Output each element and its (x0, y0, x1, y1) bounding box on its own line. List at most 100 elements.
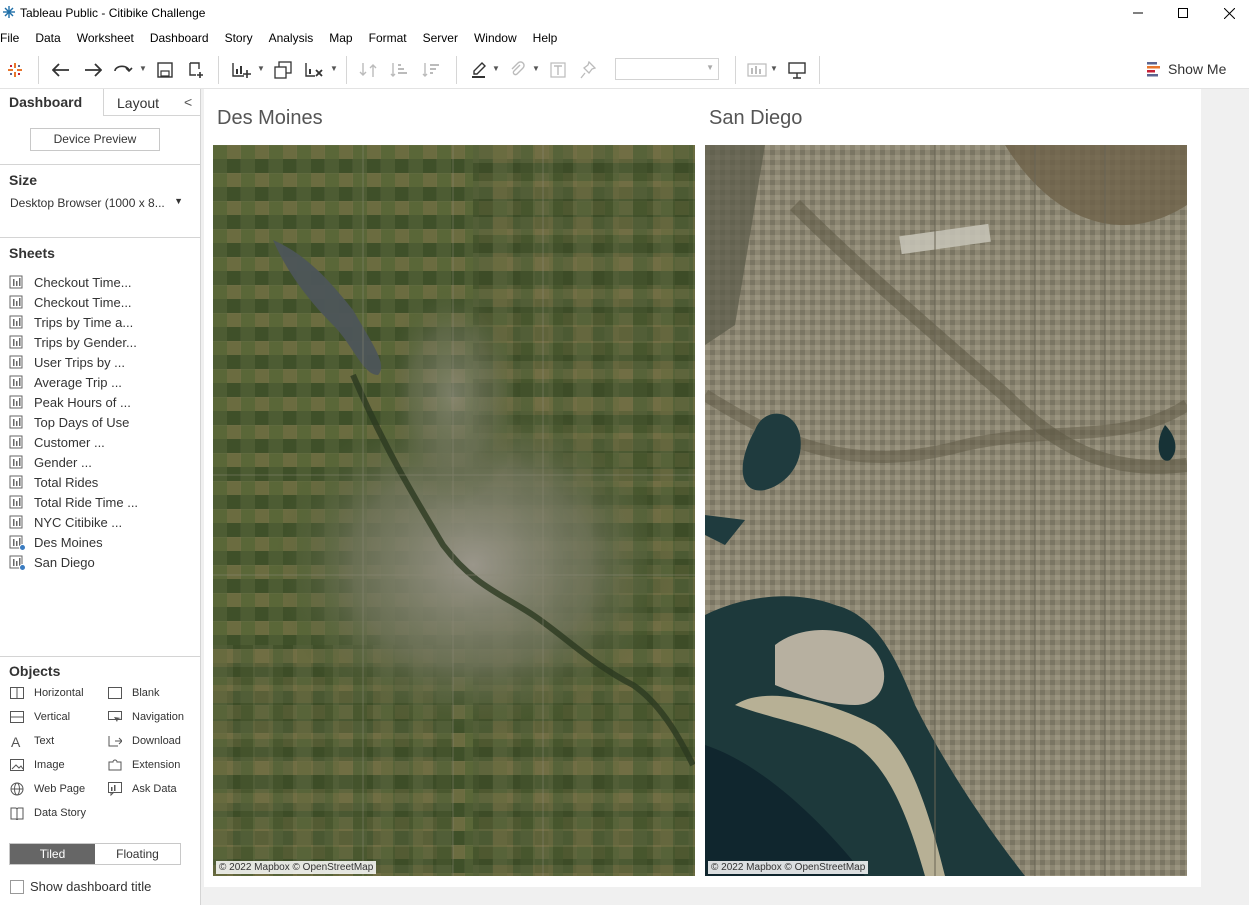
object-label: Web Page (34, 783, 86, 795)
ask-data-icon (107, 782, 123, 796)
menu-file[interactable]: File (0, 26, 27, 50)
tab-dashboard[interactable]: Dashboard (0, 89, 104, 116)
size-dropdown[interactable]: Desktop Browser (1000 x 8... ▼ (10, 196, 185, 212)
toolbar-separator (456, 56, 457, 84)
tab-layout[interactable]: Layout (117, 95, 159, 111)
object-data-story[interactable]: Data Story (9, 805, 86, 821)
tableau-logo-button[interactable] (4, 59, 26, 81)
sort-ascending-button[interactable] (389, 59, 411, 81)
object-vertical-container[interactable]: Vertical (9, 709, 70, 725)
replay-dropdown-icon[interactable]: ▼ (139, 64, 147, 74)
in-dashboard-check-icon (19, 544, 26, 551)
sheet-item[interactable]: User Trips by ... (9, 352, 138, 372)
object-text[interactable]: A Text (9, 733, 54, 749)
worksheet-icon (9, 335, 23, 349)
close-button[interactable] (1219, 4, 1239, 22)
sort-descending-button[interactable] (421, 59, 443, 81)
highlight-button[interactable] (468, 59, 490, 81)
floating-option[interactable]: Floating (95, 844, 180, 864)
menu-server[interactable]: Server (415, 26, 466, 50)
menu-window[interactable]: Window (466, 26, 525, 50)
menu-dashboard[interactable]: Dashboard (142, 26, 217, 50)
new-worksheet-dropdown-icon[interactable]: ▼ (257, 64, 265, 74)
des-moines-title[interactable]: Des Moines (217, 107, 323, 130)
swap-button[interactable] (357, 59, 379, 81)
undo-button[interactable] (50, 59, 72, 81)
sheet-item[interactable]: Customer ... (9, 432, 138, 452)
sheet-item[interactable]: Checkout Time... (9, 272, 138, 292)
labels-button[interactable] (547, 59, 569, 81)
object-download[interactable]: Download (107, 733, 181, 749)
object-navigation[interactable]: Navigation (107, 709, 184, 725)
show-me-button[interactable]: Show Me (1146, 60, 1226, 78)
menu-worksheet[interactable]: Worksheet (69, 26, 142, 50)
clear-dropdown-icon[interactable]: ▼ (330, 64, 338, 74)
show-cards-dropdown-icon[interactable]: ▼ (770, 64, 778, 74)
redo-button[interactable] (82, 59, 104, 81)
new-worksheet-button[interactable] (230, 59, 252, 81)
menu-help[interactable]: Help (525, 26, 566, 50)
object-web-page[interactable]: Web Page (9, 781, 85, 797)
sheet-item-label: Top Days of Use (34, 414, 130, 430)
sheet-item[interactable]: Average Trip ... (9, 372, 138, 392)
show-dashboard-title-checkbox[interactable] (10, 879, 24, 894)
menu-story[interactable]: Story (217, 26, 261, 50)
tableau-app-icon (3, 6, 15, 18)
pin-icon (580, 61, 596, 79)
highlight-icon (472, 62, 486, 78)
close-icon (1223, 7, 1235, 19)
sheet-item[interactable]: Top Days of Use (9, 412, 138, 432)
show-me-label: Show Me (1168, 61, 1227, 77)
minimize-button[interactable] (1128, 4, 1148, 22)
fit-icon (747, 63, 767, 77)
object-blank[interactable]: Blank (107, 685, 160, 701)
new-data-source-button[interactable] (185, 59, 207, 81)
object-horizontal-container[interactable]: Horizontal (9, 685, 84, 701)
show-cards-button[interactable] (746, 59, 768, 81)
duplicate-button[interactable] (272, 59, 294, 81)
worksheet-icon (9, 515, 23, 529)
sheet-item[interactable]: NYC Citibike ... (9, 512, 138, 532)
object-extension[interactable]: Extension (107, 757, 180, 773)
sheet-item[interactable]: Checkout Time... (9, 292, 138, 312)
replay-button[interactable] (112, 59, 134, 81)
toolbar-separator (346, 56, 347, 84)
san-diego-map[interactable]: © 2022 Mapbox © OpenStreetMap (705, 145, 1187, 876)
highlight-dropdown-icon[interactable]: ▼ (492, 64, 500, 74)
show-dashboard-title-toggle[interactable]: Show dashboard title (10, 879, 151, 894)
dashboard: Des Moines San Diego © 2022 Mapbox © Ope… (204, 89, 1201, 887)
sheet-item[interactable]: Total Rides (9, 472, 138, 492)
toolbar: ▼ ▼ ▼ ▼ ▼ ▼ ▼ (0, 50, 1249, 89)
worksheet-icon (9, 495, 23, 509)
save-button[interactable] (154, 59, 176, 81)
tiled-option[interactable]: Tiled (10, 844, 95, 864)
group-dropdown-icon[interactable]: ▼ (532, 64, 540, 74)
sheet-item[interactable]: Gender ... (9, 452, 138, 472)
object-image[interactable]: Image (9, 757, 65, 773)
presentation-mode-button[interactable] (786, 59, 808, 81)
menu-data[interactable]: Data (27, 26, 68, 50)
sheet-item[interactable]: San Diego (9, 552, 138, 572)
maximize-button[interactable] (1173, 4, 1193, 22)
des-moines-map[interactable]: © 2022 Mapbox © OpenStreetMap (213, 145, 695, 876)
menu-format[interactable]: Format (361, 26, 415, 50)
sheet-item[interactable]: Peak Hours of ... (9, 392, 138, 412)
menu-map[interactable]: Map (321, 26, 360, 50)
menu-analysis[interactable]: Analysis (261, 26, 322, 50)
object-label: Blank (132, 687, 160, 699)
pin-button[interactable] (577, 59, 599, 81)
san-diego-title[interactable]: San Diego (709, 107, 802, 130)
sheet-item-label: Customer ... (34, 434, 105, 450)
fit-dropdown[interactable]: ▼ (615, 58, 719, 80)
device-preview-button[interactable]: Device Preview (30, 128, 160, 151)
group-button[interactable] (506, 59, 528, 81)
object-ask-data[interactable]: Ask Data (107, 781, 177, 797)
sheet-item[interactable]: Trips by Time a... (9, 312, 138, 332)
sheet-item[interactable]: Trips by Gender... (9, 332, 138, 352)
sheet-item[interactable]: Total Ride Time ... (9, 492, 138, 512)
fit-dropdown-caret-icon: ▼ (706, 63, 714, 72)
sheet-item[interactable]: Des Moines (9, 532, 138, 552)
collapse-pane-icon[interactable]: < (184, 94, 192, 110)
clear-sheet-button[interactable] (303, 59, 325, 81)
navigation-icon (107, 710, 123, 724)
